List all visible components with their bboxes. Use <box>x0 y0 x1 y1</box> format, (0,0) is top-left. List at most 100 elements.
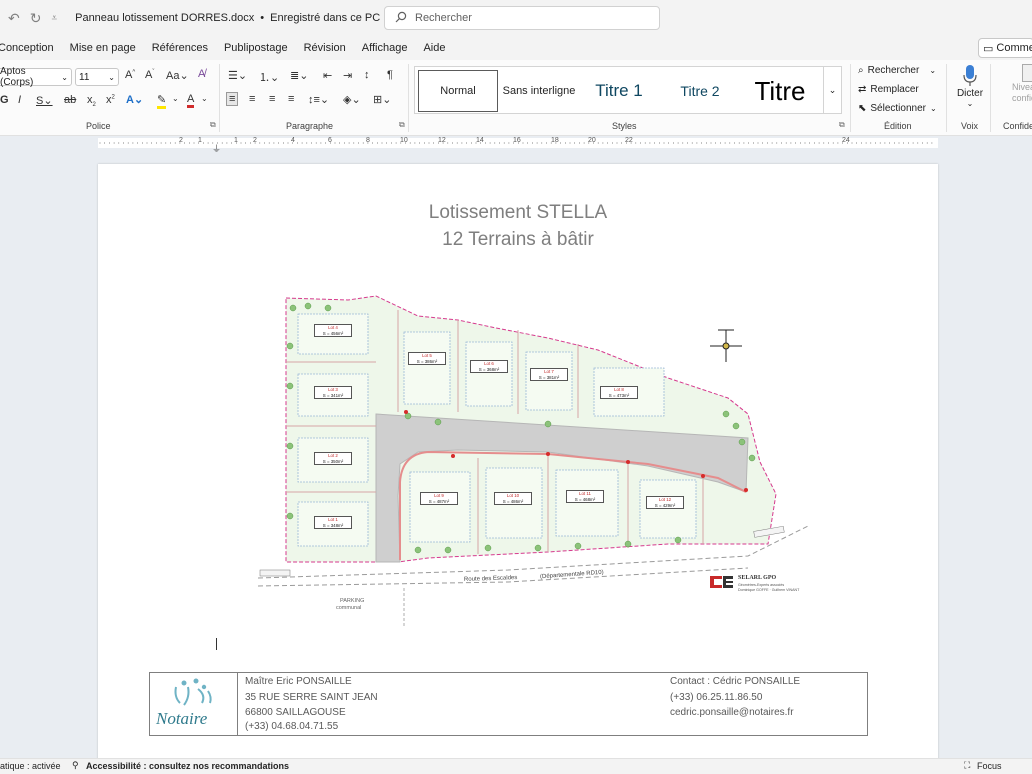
dialog-launcher-icon[interactable]: ⧉ <box>839 120 845 130</box>
ribbon-separator <box>990 64 991 132</box>
lot-area: S = 381m² <box>538 374 560 380</box>
lot-label: Lot 10 S = 486m² <box>494 492 532 505</box>
find-button[interactable]: ⌕ Rechercher ⌄ <box>858 65 936 76</box>
italic-icon[interactable]: I <box>18 94 21 106</box>
styles-more-button[interactable]: ⌄ <box>823 67 841 113</box>
document-page[interactable]: Lotissement STELLA 12 Terrains à bâtir L… <box>98 164 938 764</box>
ruler-number: 8 <box>366 137 370 144</box>
document-title[interactable]: Panneau lotissement DORRES.docx • Enregi… <box>75 12 394 24</box>
highlight-icon[interactable]: ✎ <box>157 93 167 109</box>
superscript-icon[interactable]: x2 <box>106 94 115 106</box>
focus-button[interactable]: Focus <box>977 761 1002 771</box>
grow-font-icon[interactable]: A^ <box>125 69 135 81</box>
ruler-number: 16 <box>513 137 521 144</box>
underline-icon[interactable]: S⌄ <box>36 94 53 107</box>
tab-conception[interactable]: Conception <box>0 42 62 54</box>
borders-icon[interactable]: ⊞⌄ <box>373 93 391 106</box>
font-size-value: 11 <box>79 71 90 83</box>
subdivision-plan-image[interactable]: Lot 4S = 456m² Lot 3S = 341m² Lot 2S = 350… <box>248 286 828 636</box>
tab-references[interactable]: Références <box>144 42 216 54</box>
lot-area: S = 468m² <box>574 496 596 502</box>
replace-icon: ⇄ <box>858 84 867 95</box>
clear-formatting-icon[interactable]: A̸ <box>198 68 205 80</box>
notary-address-2: 66800 SAILLAGOUSE <box>245 707 346 718</box>
chevron-down-icon[interactable]: ⌄ <box>172 94 179 103</box>
search-input[interactable]: Rechercher <box>384 6 660 30</box>
quick-access-toolbar: ↶ ↻ ⩡ <box>8 10 57 27</box>
sensitivity-button[interactable]: Niveau de confidentialité <box>998 64 1032 118</box>
undo-icon[interactable]: ↶ <box>8 10 20 27</box>
justify-icon[interactable]: ≡ <box>288 93 294 105</box>
search-placeholder: Rechercher <box>415 12 472 24</box>
multilevel-list-icon[interactable]: ≣⌄ <box>290 69 308 82</box>
document-heading: Lotissement STELLA <box>428 202 608 223</box>
strikethrough-icon[interactable]: ab <box>64 94 76 106</box>
lot-label: Lot 11 S = 468m² <box>566 490 604 503</box>
cursor-icon: ⬉ <box>858 103 867 114</box>
lot-label: Lot 2S = 350m² <box>314 452 352 465</box>
sort-icon[interactable]: ↕ <box>364 69 370 81</box>
font-name-value: Aptos (Corps) <box>0 66 34 88</box>
style-normal[interactable]: Normal <box>418 70 498 112</box>
text-effects-icon[interactable]: A⌄ <box>126 93 143 106</box>
search-icon <box>395 11 407 26</box>
replace-button[interactable]: ⇄ Remplacer <box>858 84 919 95</box>
autosave-status[interactable]: atique : activée <box>0 761 61 771</box>
subscript-icon[interactable]: x2 <box>87 94 96 108</box>
horizontal-ruler[interactable]: 2 1 1 2 4 6 8 10 12 14 16 18 20 22 24 ⏚ <box>0 136 1032 154</box>
north-arrow-icon <box>710 329 742 362</box>
tab-aide[interactable]: Aide <box>415 42 453 54</box>
bullets-icon[interactable]: ☰⌄ <box>228 69 247 82</box>
style-titre-2[interactable]: Titre 2 <box>667 70 733 112</box>
chevron-down-icon: ⌄ <box>929 104 937 113</box>
align-center-icon[interactable]: ≡ <box>249 93 255 105</box>
tab-mise-en-page[interactable]: Mise en page <box>62 42 144 54</box>
ruler-number: 1 <box>198 137 202 144</box>
dictate-button[interactable]: Dicter ⌄ <box>955 64 985 116</box>
bold-icon[interactable]: G <box>0 94 9 106</box>
indent-marker-icon[interactable]: ⏚ <box>212 142 221 155</box>
align-right-icon[interactable]: ≡ <box>269 93 275 105</box>
dialog-launcher-icon[interactable]: ⧉ <box>399 120 405 130</box>
accessibility-status[interactable]: Accessibilité : consultez nos recommanda… <box>86 761 289 771</box>
change-case-icon[interactable]: Aa⌄ <box>166 69 189 82</box>
increase-indent-icon[interactable]: ⇥ <box>343 69 352 82</box>
comments-button[interactable]: ▭ Commentaires <box>978 38 1032 58</box>
numbering-icon[interactable]: ⒈⌄ <box>259 69 279 85</box>
search-icon: ⌕ <box>858 65 864 76</box>
group-label-edition: Édition <box>884 121 912 131</box>
find-label: Rechercher <box>867 65 920 76</box>
lot-label: Lot 7S = 381m² <box>530 368 568 381</box>
contact-email: cedric.ponsaille@notaires.fr <box>670 707 794 718</box>
select-button[interactable]: ⬉ Sélectionner ⌄ <box>858 103 937 114</box>
lot-area: S = 429m² <box>654 502 676 508</box>
comments-label: Commentaires <box>996 42 1032 54</box>
customize-toolbar-icon[interactable]: ⩡ <box>51 13 57 24</box>
style-sans-interligne[interactable]: Sans interligne <box>501 70 577 112</box>
tab-affichage[interactable]: Affichage <box>354 42 416 54</box>
dialog-launcher-icon[interactable]: ⧉ <box>210 120 216 130</box>
parking-sublabel: communal <box>336 605 362 611</box>
chevron-down-icon: ⌄ <box>966 99 974 108</box>
chevron-down-icon[interactable]: ⌄ <box>201 94 208 103</box>
align-left-icon[interactable]: ≡ <box>226 92 239 106</box>
redo-icon[interactable]: ↻ <box>30 10 42 27</box>
tab-publipostage[interactable]: Publipostage <box>216 42 296 54</box>
show-formatting-icon[interactable]: ¶ <box>387 69 393 81</box>
font-size-select[interactable]: 11 ⌄ <box>75 68 119 86</box>
chevron-down-icon: ⌄ <box>61 72 68 82</box>
lot-label: Lot 8S = 473m² <box>600 386 638 399</box>
font-color-icon[interactable]: A <box>187 93 195 108</box>
style-titre-1[interactable]: Titre 1 <box>583 70 655 112</box>
decrease-indent-icon[interactable]: ⇤ <box>323 69 332 82</box>
surveyor-line-2: Dominique GOFFE · Guilhem VINANT <box>738 588 800 592</box>
sensitivity-label: Niveau de confidentialité <box>1012 82 1032 103</box>
microphone-icon <box>963 65 977 86</box>
font-name-select[interactable]: Aptos (Corps) ⌄ <box>0 66 72 88</box>
style-titre[interactable]: Titre <box>745 70 815 112</box>
notary-address-1: 35 RUE SERRE SAINT JEAN <box>245 692 378 703</box>
line-spacing-icon[interactable]: ↕≡⌄ <box>308 93 329 106</box>
shrink-font-icon[interactable]: Aˇ <box>145 69 154 81</box>
shading-icon[interactable]: ◈⌄ <box>343 93 361 106</box>
tab-revision[interactable]: Révision <box>296 42 354 54</box>
